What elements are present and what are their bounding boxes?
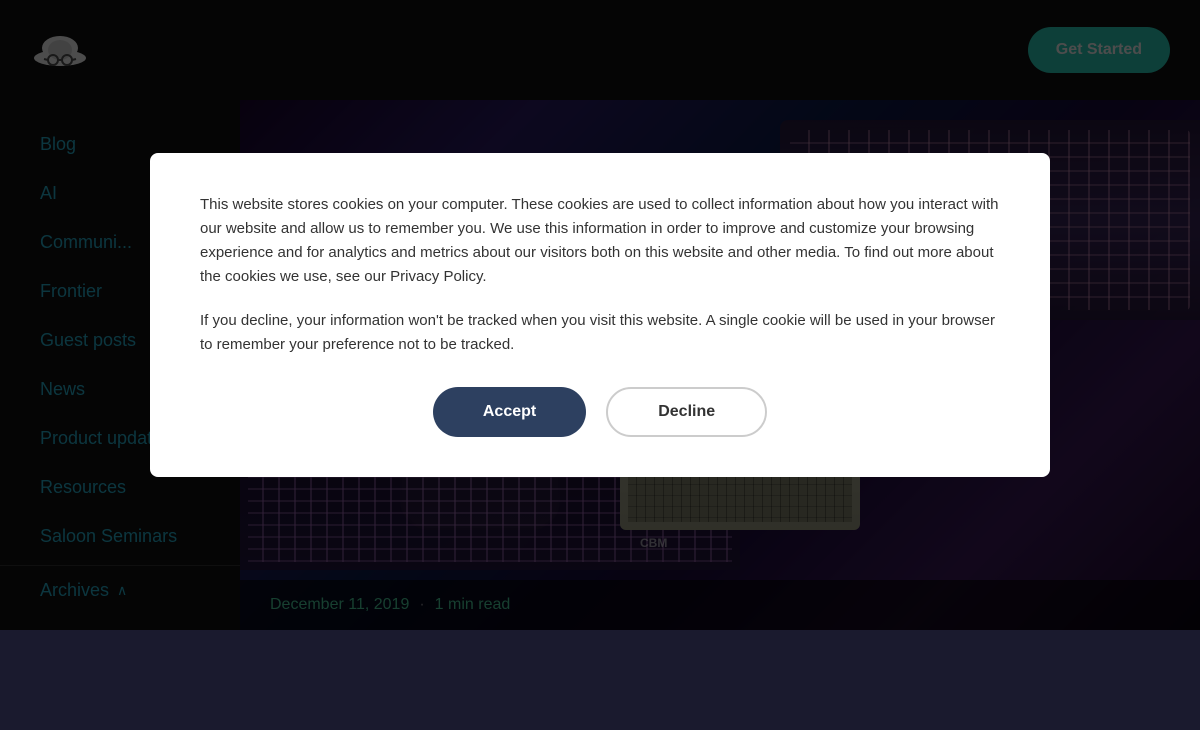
cookie-modal: This website stores cookies on your comp…	[150, 153, 1050, 477]
decline-button[interactable]: Decline	[606, 387, 767, 437]
cookie-modal-overlay: This website stores cookies on your comp…	[0, 0, 1200, 630]
cookie-text-primary: This website stores cookies on your comp…	[200, 193, 1000, 289]
accept-button[interactable]: Accept	[433, 387, 586, 437]
cookie-buttons: Accept Decline	[200, 387, 1000, 437]
cookie-text-secondary: If you decline, your information won't b…	[200, 309, 1000, 357]
